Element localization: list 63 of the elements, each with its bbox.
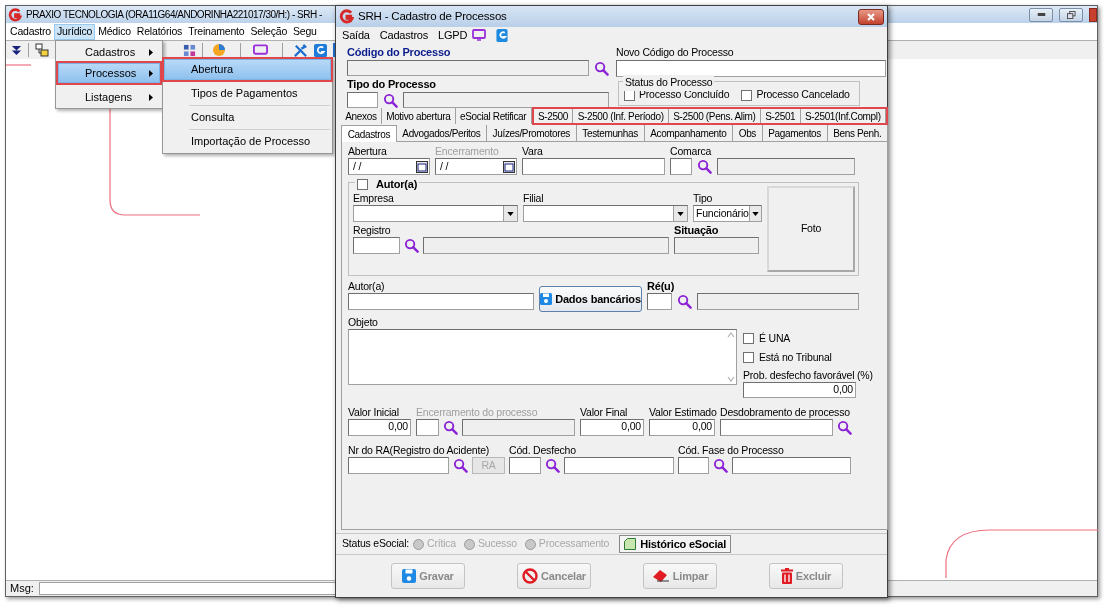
- menu-item[interactable]: Cadastros: [58, 42, 160, 62]
- menu-item[interactable]: LGPD: [438, 26, 468, 44]
- date-field[interactable]: / /: [348, 158, 430, 175]
- menu-item[interactable]: Cadastros: [379, 26, 429, 44]
- field-label: Prob. desfecho favorável (%): [743, 368, 873, 381]
- field-label: Cód. Fase do Processo: [678, 443, 785, 456]
- field-label: Encerramento: [435, 145, 500, 157]
- menu-item[interactable]: Médico: [95, 23, 134, 40]
- field-label: Filial: [523, 192, 545, 204]
- checkbox-label: É UNA: [759, 331, 791, 346]
- field-label: Situação: [674, 224, 720, 236]
- field-label: Tipo: [693, 192, 714, 204]
- field-label: Novo Código do Processo: [616, 46, 735, 60]
- menu-item[interactable]: Seleção: [247, 23, 291, 40]
- checkbox-label: Processo Cancelado: [756, 87, 850, 103]
- field-label: Comarca: [670, 145, 713, 157]
- menu-item[interactable]: Listagens: [58, 87, 160, 107]
- photo-label: Foto: [800, 221, 822, 237]
- menu-item[interactable]: Abertura: [164, 59, 331, 80]
- field-label: Registro: [353, 224, 392, 236]
- window-title: PRAXIO TECNOLOGIA (ORA11G64/ANDORINHA221017/30/H:) - SRH -: [26, 8, 322, 22]
- input-field[interactable]: 0,00: [580, 418, 644, 436]
- status-label: Status eSocial:: [342, 536, 410, 552]
- field-label: Ré(u): [647, 280, 676, 292]
- checkbox-label: Está no Tribunal: [759, 349, 832, 365]
- menu-item[interactable]: Tipos de Pagamentos: [164, 83, 331, 104]
- field-label: Valor Inicial: [348, 405, 400, 418]
- menu-item[interactable]: Importação de Processo: [164, 131, 331, 152]
- menu-item[interactable]: Jurídico: [54, 23, 96, 40]
- group-label: Autor(a): [376, 177, 418, 192]
- field-label: Valor Final: [580, 405, 629, 418]
- input-field[interactable]: 0,00: [743, 381, 856, 398]
- field-label: Tipo do Processo: [347, 78, 437, 92]
- field-label: Abertura: [348, 145, 388, 157]
- field-label: Nr do RA(Registro do Acidente): [348, 443, 491, 456]
- status-text: Crítica: [427, 536, 456, 552]
- status-label: Msg:: [10, 581, 34, 597]
- menu-item[interactable]: Saída: [342, 26, 370, 44]
- window-title: SRH - Cadastro de Processos: [358, 8, 507, 24]
- tab[interactable]: Cadastros: [341, 125, 397, 142]
- field-label: Empresa: [353, 192, 395, 204]
- field-label: Valor Estimado: [649, 405, 715, 418]
- menu-item[interactable]: Consulta: [164, 107, 331, 128]
- menu-item[interactable]: Segu: [290, 23, 320, 40]
- input-field[interactable]: 0,00: [649, 418, 715, 436]
- field-label: Cód. Desfecho: [509, 443, 577, 456]
- status-text: Processamento: [538, 536, 610, 552]
- field-label: Código do Processo: [347, 46, 452, 60]
- status-text: Sucesso: [478, 536, 517, 552]
- menu-item[interactable]: Relatórios: [133, 23, 186, 40]
- field-label: Desdobramento de processo: [720, 405, 851, 418]
- field-label: Objeto: [348, 316, 379, 328]
- field-label: Encerramento do processo: [416, 405, 539, 418]
- history-button[interactable]: Histórico eSocial: [619, 535, 732, 553]
- field-label: Autor(a): [348, 280, 386, 292]
- menu-item[interactable]: Processos: [58, 63, 160, 83]
- input-field[interactable]: 0,00: [348, 418, 411, 436]
- dropdown[interactable]: Funcionário: [693, 205, 762, 222]
- menu-item[interactable]: Treinamento: [185, 23, 248, 40]
- group-label: Status do Processo: [623, 75, 715, 91]
- bank-details-button[interactable]: Dados bancários: [539, 286, 642, 312]
- menu-item[interactable]: Cadastro: [7, 23, 54, 40]
- field-label: Vara: [522, 145, 544, 157]
